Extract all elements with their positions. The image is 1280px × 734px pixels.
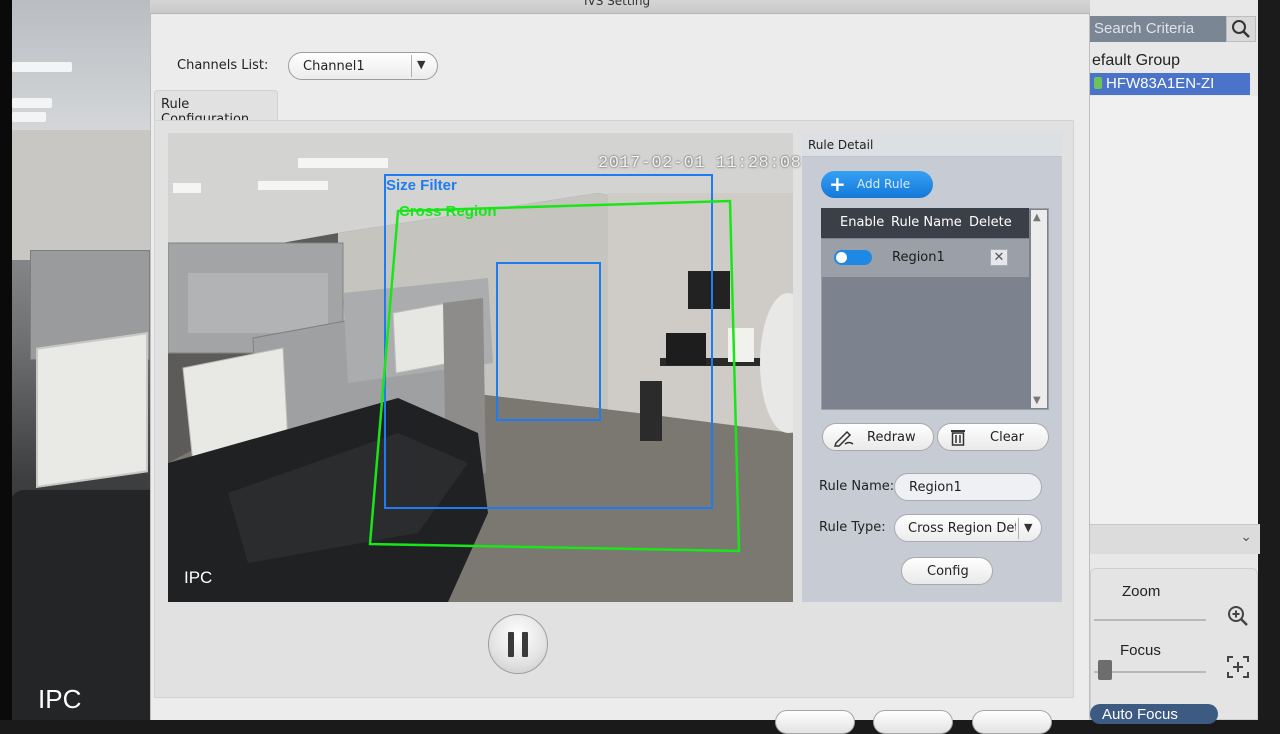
bg-wall [0,130,150,260]
channel-select[interactable]: Channel1 ▼ [288,52,438,80]
video-overlay-label: IPC [184,568,213,587]
add-rule-button[interactable]: + Add Rule [821,171,933,198]
scene-test-chart [392,302,451,374]
cross-region-label: Cross Region [399,203,497,220]
trash-icon [948,427,968,451]
scroll-up-icon[interactable]: ▲ [1033,212,1041,223]
scene-frame [728,328,754,362]
rule-type-select[interactable]: Cross Region Detection ▼ [894,514,1042,542]
bottom-button-3[interactable] [972,710,1052,734]
rule-row-name: Region1 [892,250,945,265]
chevron-down-icon: ⌄ [1240,529,1252,545]
tab-rule-configuration[interactable]: Rule Configuration [154,90,278,127]
pause-icon [522,632,528,657]
clear-button[interactable]: Clear [937,423,1049,451]
rule-list-scrollbar[interactable]: ▲ ▼ [1031,210,1047,408]
rule-name-input[interactable]: Region1 [894,473,1042,501]
tree-device-label: HFW83A1EN-ZI [1106,75,1215,92]
plus-icon: + [829,172,846,196]
background-camera-feed [0,0,150,720]
search-icon [1232,20,1250,38]
zoom-label: Zoom [1122,583,1161,600]
right-window-edge [1258,0,1280,720]
toggle-knob [836,252,847,263]
channel-select-value: Channel1 [303,59,365,74]
focus-slider-thumb[interactable] [1098,660,1112,680]
bg-ceiling-light [12,62,72,72]
rule-table-header: Enable Rule Name Delete [821,208,1029,238]
header-delete: Delete [969,215,1012,230]
bottom-button-1[interactable] [775,710,855,734]
tree-group-item[interactable]: efault Group [1092,52,1180,70]
config-button[interactable]: Config [901,557,993,585]
rule-enable-toggle[interactable] [834,250,872,265]
zoom-slider[interactable] [1094,619,1206,621]
focus-target-icon[interactable] [1226,655,1250,679]
select-divider [1018,518,1019,539]
rule-type-value: Cross Region Detection [908,521,1016,536]
channels-list-label: Channels List: [177,58,269,73]
redraw-label: Redraw [867,430,916,445]
close-icon: ✕ [993,250,1005,265]
focus-label: Focus [1120,642,1161,659]
add-rule-label: Add Rule [857,177,911,191]
bg-feed-label: IPC [38,684,82,714]
pencil-icon [833,427,855,451]
config-label: Config [927,564,969,579]
scene-ceiling-light [258,181,328,190]
ptz-collapse-bar[interactable]: ⌄ [1088,524,1260,554]
header-rule-name: Rule Name [891,215,962,230]
delete-rule-button[interactable]: ✕ [990,249,1008,266]
video-timestamp: 2017-02-01 11:28:08 [598,154,802,173]
dialog-title: IVS Setting [584,0,651,8]
rule-detail-header: Rule Detail [802,133,1062,157]
auto-focus-button[interactable]: Auto Focus [1090,704,1218,724]
search-button[interactable] [1226,16,1256,42]
rule-name-label: Rule Name: [819,479,895,494]
rule-detail-title: Rule Detail [808,138,874,152]
redraw-button[interactable]: Redraw [822,423,934,451]
pause-icon [508,632,514,657]
bg-test-chart [36,332,148,488]
zoom-in-icon[interactable] [1226,604,1250,628]
rule-type-label: Rule Type: [819,520,886,535]
ptz-controls [1090,568,1258,720]
dropdown-arrow-icon: ▼ [1024,521,1033,534]
header-enable: Enable [840,215,885,230]
clear-label: Clear [990,430,1024,445]
size-filter-label: Size Filter [386,177,457,194]
dropdown-arrow-icon: ▼ [417,58,426,71]
scroll-down-icon[interactable]: ▼ [1033,395,1041,406]
scene-equipment [666,333,706,365]
device-online-icon [1094,77,1102,89]
scene-ceiling-light [298,158,388,168]
device-tree [1088,96,1258,524]
bg-ceiling-light [12,112,46,122]
bg-ceiling-light [12,98,52,108]
bottom-button-2[interactable] [873,710,953,734]
tree-device-item[interactable]: HFW83A1EN-ZI [1088,73,1250,95]
left-window-edge [0,0,12,720]
scene-ceiling-light [173,183,201,193]
select-divider [411,55,412,77]
scene-pc-tower [640,381,662,441]
scene-monitor [688,271,730,309]
scene-cubicle-panel [188,273,328,333]
device-search-input[interactable]: Search Criteria [1090,16,1226,42]
pause-button[interactable] [488,614,548,674]
